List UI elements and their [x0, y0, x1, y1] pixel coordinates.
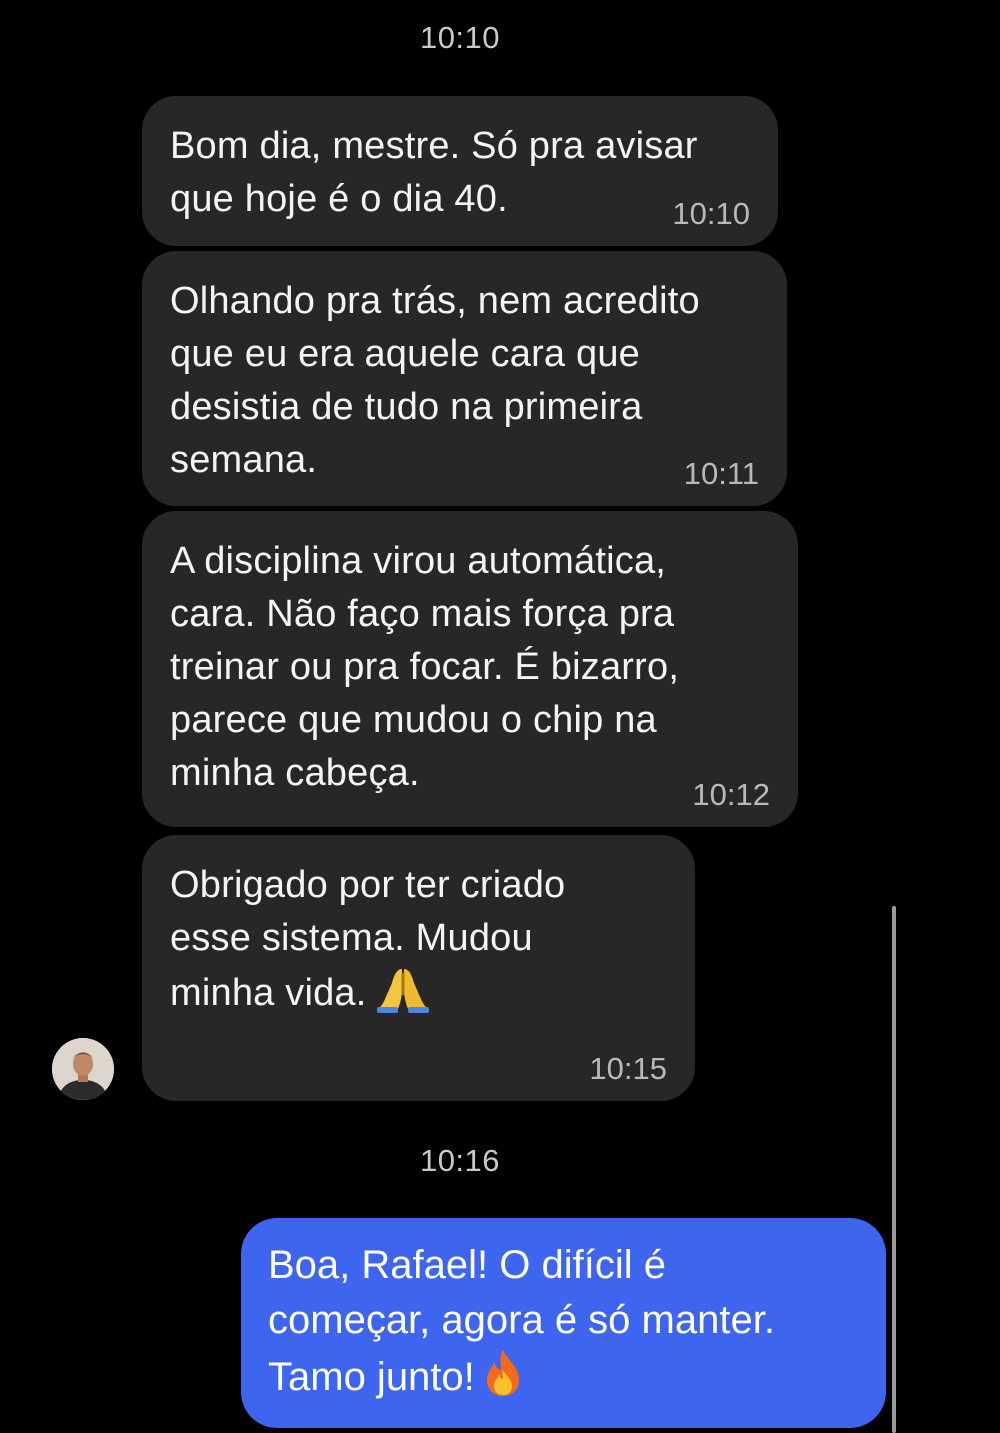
incoming-message-bubble[interactable]: Bom dia, mestre. Só pra avisar que hoje …: [142, 96, 778, 246]
contact-avatar[interactable]: [52, 1038, 114, 1100]
message-time: 10:12: [692, 777, 770, 812]
message-text: A disciplina virou automática, cara. Não…: [170, 540, 680, 794]
timestamp-separator: 10:16: [419, 1143, 501, 1178]
message-time: 10:10: [672, 196, 750, 231]
timestamp-separator-top: 10:10: [419, 20, 501, 55]
message-time: 10:11: [683, 456, 759, 491]
incoming-message-bubble[interactable]: Obrigado por ter criado esse sistema. Mu…: [142, 835, 695, 1101]
incoming-message-bubble[interactable]: A disciplina virou automática, cara. Não…: [142, 511, 798, 827]
message-text: Olhando pra trás, nem acredito que eu er…: [170, 280, 700, 481]
fire-emoji: [486, 1350, 519, 1396]
avatar-photo-icon: [52, 1038, 114, 1100]
message-text-wrapper: Boa, Rafael! O difícil é começar, agora …: [268, 1238, 860, 1405]
outgoing-message-bubble[interactable]: Boa, Rafael! O difícil é começar, agora …: [241, 1218, 886, 1428]
message-time: 10:15: [589, 1051, 667, 1086]
folded-hands-emoji: [376, 969, 429, 1013]
message-text-wrapper: Obrigado por ter criado esse sistema. Mu…: [170, 859, 667, 1020]
message-text: Bom dia, mestre. Só pra avisar que hoje …: [170, 125, 698, 220]
message-text: Obrigado por ter criado esse sistema. Mu…: [170, 864, 566, 1014]
incoming-message-bubble[interactable]: Olhando pra trás, nem acredito que eu er…: [142, 251, 787, 506]
scrollbar[interactable]: [892, 906, 896, 1433]
